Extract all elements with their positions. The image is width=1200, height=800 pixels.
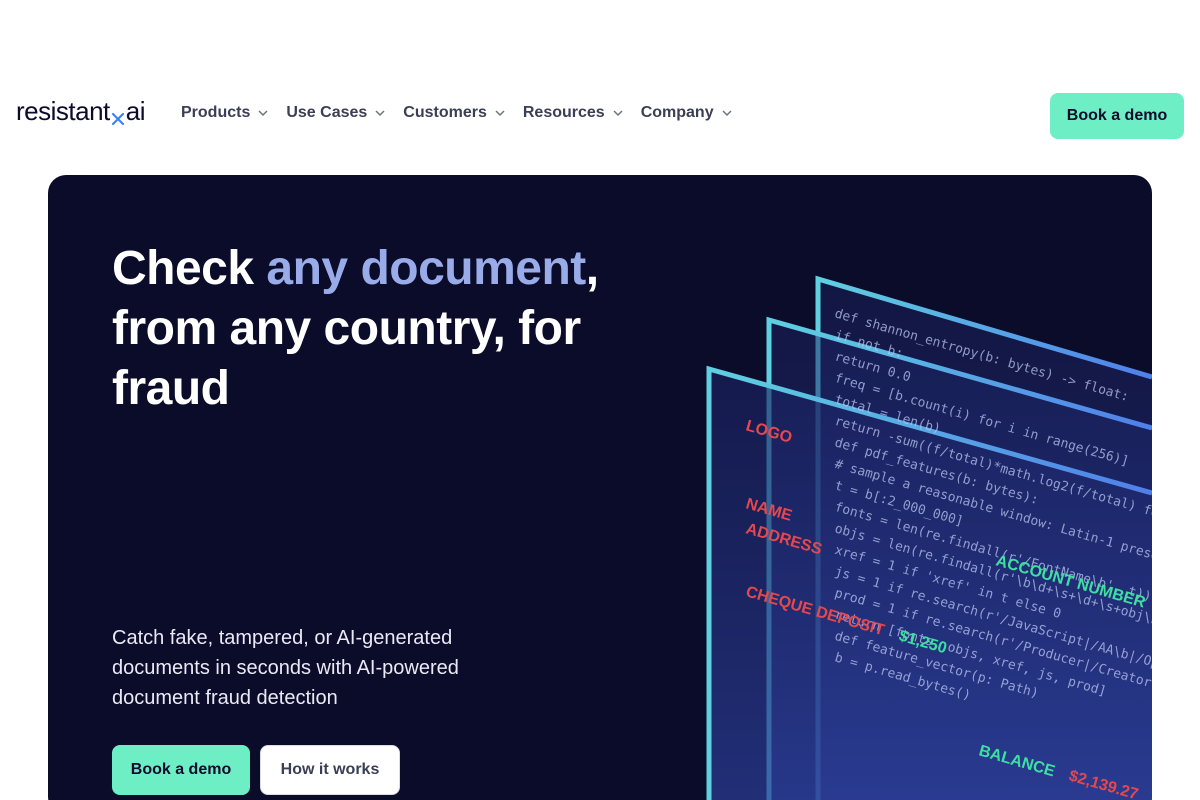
resistant-ai-logo[interactable]: resistant ai <box>16 96 146 128</box>
chevron-down-icon <box>258 110 268 117</box>
headline-accent: any document <box>266 242 586 295</box>
logo-x-icon <box>111 112 125 126</box>
hero-subtext: Catch fake, tampered, or AI-generated do… <box>112 627 459 709</box>
main-menu: Products Use Cases Customers Resources C… <box>181 104 732 122</box>
menu-label: Company <box>640 104 714 121</box>
nav-book-demo-button[interactable]: Book a demo <box>1050 93 1184 139</box>
menu-customers[interactable]: Customers <box>403 104 505 122</box>
hero-headline: Check any document, from any country, fo… <box>112 239 632 419</box>
layered-documents-graphic: def shannon_entropy(b: bytes) -> float: … <box>706 275 1152 800</box>
hero-section: Check any document, from any country, fo… <box>48 175 1152 800</box>
menu-label: Products <box>181 104 251 121</box>
menu-label: Resources <box>522 104 605 121</box>
top-navigation: resistant ai Products Use Cases Customer… <box>0 92 1200 140</box>
logo-text-left: resistant <box>16 96 110 126</box>
how-it-works-button[interactable]: How it works <box>260 745 400 795</box>
chevron-down-icon <box>495 110 505 117</box>
headline-part-1: Check <box>112 242 267 295</box>
menu-company[interactable]: Company <box>641 104 732 122</box>
logo-text-right: ai <box>125 96 146 126</box>
chevron-down-icon <box>722 110 732 117</box>
hero-book-demo-button[interactable]: Book a demo <box>112 745 250 795</box>
menu-resources[interactable]: Resources <box>523 104 623 122</box>
menu-products[interactable]: Products <box>181 104 268 122</box>
chevron-down-icon <box>613 110 623 117</box>
menu-label: Customers <box>403 104 487 121</box>
chevron-down-icon <box>375 110 385 117</box>
menu-use-cases[interactable]: Use Cases <box>286 104 385 122</box>
menu-label: Use Cases <box>286 104 368 121</box>
document-analysis-illustration: def shannon_entropy(b: bytes) -> float: … <box>648 265 1152 800</box>
